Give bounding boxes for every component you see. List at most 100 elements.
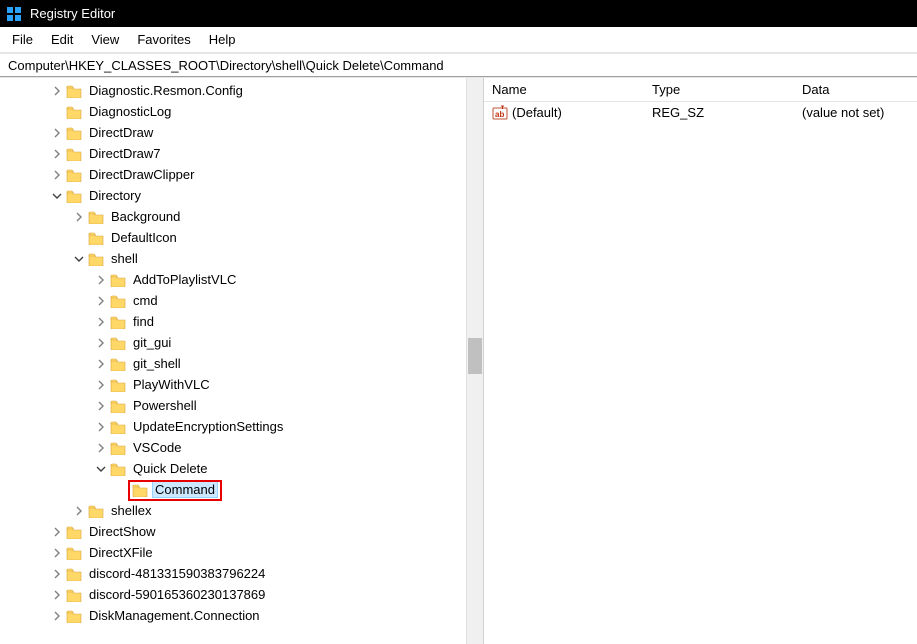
tree-item[interactable]: DefaultIcon xyxy=(6,227,483,248)
folder-icon xyxy=(110,399,126,413)
chevron-right-icon[interactable] xyxy=(50,567,64,581)
chevron-right-icon[interactable] xyxy=(94,420,108,434)
menu-help[interactable]: Help xyxy=(201,30,244,49)
chevron-down-icon[interactable] xyxy=(94,462,108,476)
menu-view[interactable]: View xyxy=(83,30,127,49)
tree-item[interactable]: shellex xyxy=(6,500,483,521)
tree-label[interactable]: DefaultIcon xyxy=(108,230,180,245)
tree-item[interactable]: Command xyxy=(6,479,483,500)
tree-item[interactable]: Powershell xyxy=(6,395,483,416)
tree-label[interactable]: discord-481331590383796224 xyxy=(86,566,268,581)
chevron-down-icon[interactable] xyxy=(50,189,64,203)
address-bar xyxy=(0,53,917,77)
tree-item[interactable]: AddToPlaylistVLC xyxy=(6,269,483,290)
tree-label[interactable]: DirectXFile xyxy=(86,545,156,560)
tree-label[interactable]: Powershell xyxy=(130,398,200,413)
tree-label[interactable]: DirectDrawClipper xyxy=(86,167,197,182)
tree-item[interactable]: find xyxy=(6,311,483,332)
tree-item[interactable]: Directory xyxy=(6,185,483,206)
tree-item[interactable]: cmd xyxy=(6,290,483,311)
tree-item[interactable]: Diagnostic.Resmon.Config xyxy=(6,80,483,101)
chevron-right-icon[interactable] xyxy=(94,294,108,308)
tree-label[interactable]: git_shell xyxy=(130,356,184,371)
column-name[interactable]: Name xyxy=(484,78,644,101)
tree-view[interactable]: Diagnostic.Resmon.Config DiagnosticLog D… xyxy=(0,78,483,644)
tree-label[interactable]: cmd xyxy=(130,293,161,308)
tree-item[interactable]: DirectDraw xyxy=(6,122,483,143)
chevron-right-icon[interactable] xyxy=(50,609,64,623)
tree-label[interactable]: DiskManagement.Connection xyxy=(86,608,263,623)
chevron-right-icon[interactable] xyxy=(50,588,64,602)
tree-item[interactable]: discord-481331590383796224 xyxy=(6,563,483,584)
chevron-right-icon[interactable] xyxy=(94,315,108,329)
tree-item[interactable]: git_shell xyxy=(6,353,483,374)
tree-label[interactable]: shell xyxy=(108,251,141,266)
menu-file[interactable]: File xyxy=(4,30,41,49)
column-data[interactable]: Data xyxy=(794,78,917,101)
folder-icon xyxy=(132,483,148,497)
folder-icon xyxy=(88,210,104,224)
tree-scrollbar[interactable] xyxy=(466,78,483,644)
tree-label[interactable]: Command xyxy=(152,481,218,498)
chevron-right-icon[interactable] xyxy=(94,357,108,371)
folder-icon xyxy=(110,441,126,455)
tree-item[interactable]: DirectDraw7 xyxy=(6,143,483,164)
tree-item[interactable]: VSCode xyxy=(6,437,483,458)
tree-item[interactable]: Background xyxy=(6,206,483,227)
menu-edit[interactable]: Edit xyxy=(43,30,81,49)
chevron-right-icon[interactable] xyxy=(50,525,64,539)
titlebar: Registry Editor xyxy=(0,0,917,27)
tree-item[interactable]: Quick Delete xyxy=(6,458,483,479)
chevron-right-icon[interactable] xyxy=(94,399,108,413)
folder-icon xyxy=(66,525,82,539)
tree-label[interactable]: DiagnosticLog xyxy=(86,104,174,119)
chevron-right-icon[interactable] xyxy=(94,273,108,287)
tree-label[interactable]: shellex xyxy=(108,503,154,518)
chevron-right-icon[interactable] xyxy=(50,84,64,98)
chevron-right-icon[interactable] xyxy=(50,147,64,161)
tree-label[interactable]: Directory xyxy=(86,188,144,203)
tree-item[interactable]: UpdateEncryptionSettings xyxy=(6,416,483,437)
chevron-right-icon[interactable] xyxy=(50,546,64,560)
tree-label[interactable]: Quick Delete xyxy=(130,461,210,476)
tree-item[interactable]: DirectShow xyxy=(6,521,483,542)
tree-label[interactable]: DirectShow xyxy=(86,524,158,539)
tree-label[interactable]: AddToPlaylistVLC xyxy=(130,272,239,287)
folder-icon xyxy=(66,588,82,602)
tree-label[interactable]: find xyxy=(130,314,157,329)
chevron-right-icon[interactable] xyxy=(72,210,86,224)
tree-label[interactable]: Background xyxy=(108,209,183,224)
tree-label[interactable]: DirectDraw7 xyxy=(86,146,164,161)
chevron-right-icon[interactable] xyxy=(72,504,86,518)
column-type[interactable]: Type xyxy=(644,78,794,101)
tree-item[interactable]: DiagnosticLog xyxy=(6,101,483,122)
value-list[interactable]: ab (Default)REG_SZ(value not set) xyxy=(484,102,917,123)
folder-icon xyxy=(66,189,82,203)
folder-icon xyxy=(88,252,104,266)
tree-label[interactable]: UpdateEncryptionSettings xyxy=(130,419,286,434)
tree-item[interactable]: discord-590165360230137869 xyxy=(6,584,483,605)
tree-label[interactable]: VSCode xyxy=(130,440,184,455)
chevron-right-icon[interactable] xyxy=(94,441,108,455)
chevron-right-icon[interactable] xyxy=(50,126,64,140)
tree-item[interactable]: DirectDrawClipper xyxy=(6,164,483,185)
tree-label[interactable]: DirectDraw xyxy=(86,125,156,140)
tree-label[interactable]: git_gui xyxy=(130,335,174,350)
address-input[interactable] xyxy=(6,57,911,74)
tree-label[interactable]: Diagnostic.Resmon.Config xyxy=(86,83,246,98)
value-row[interactable]: ab (Default)REG_SZ(value not set) xyxy=(484,102,917,123)
menu-favorites[interactable]: Favorites xyxy=(129,30,198,49)
tree-label[interactable]: PlayWithVLC xyxy=(130,377,213,392)
chevron-right-icon[interactable] xyxy=(94,378,108,392)
tree-item[interactable]: DirectXFile xyxy=(6,542,483,563)
tree-item[interactable]: PlayWithVLC xyxy=(6,374,483,395)
tree-item[interactable]: DiskManagement.Connection xyxy=(6,605,483,626)
tree-item[interactable]: git_gui xyxy=(6,332,483,353)
chevron-down-icon[interactable] xyxy=(72,252,86,266)
scroll-thumb[interactable] xyxy=(468,338,482,374)
chevron-right-icon[interactable] xyxy=(50,168,64,182)
chevron-right-icon[interactable] xyxy=(94,336,108,350)
string-value-icon: ab xyxy=(492,105,508,121)
tree-label[interactable]: discord-590165360230137869 xyxy=(86,587,268,602)
tree-item[interactable]: shell xyxy=(6,248,483,269)
